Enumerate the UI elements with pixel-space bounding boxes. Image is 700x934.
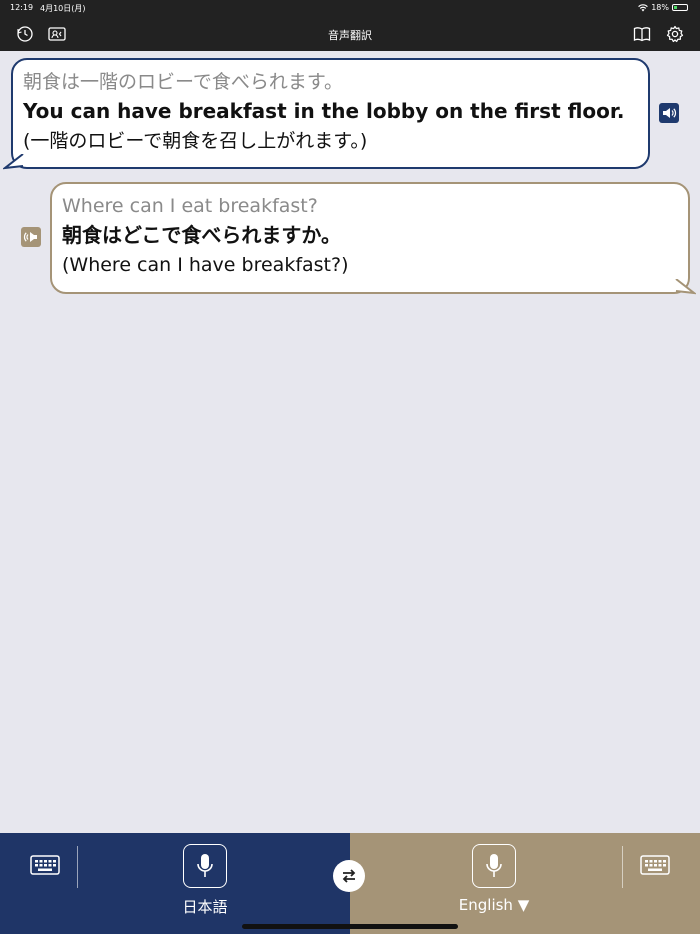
swap-languages-button[interactable] [333,860,365,892]
japanese-mic-button[interactable] [183,844,227,888]
translation-text: You can have breakfast in the lobby on t… [23,99,625,123]
conversation-mode-icon[interactable] [47,24,67,44]
bubble-tail-left [3,154,24,170]
status-date: 4月10日(月) [40,4,86,13]
translation-text: 朝食はどこで食べられますか。 [62,223,341,247]
japanese-input-panel [0,833,350,934]
divider [622,846,623,888]
back-translation-text: (Where can I have breakfast?) [62,254,349,276]
english-language-selector[interactable]: English ▼ [434,896,554,914]
bubble-tail-right [675,279,696,295]
keyboard-icon[interactable] [30,853,60,877]
microphone-icon [486,854,502,877]
message-bubble-english: Where can I eat breakfast? 朝食はどこで食べられますか… [50,182,690,294]
divider [77,846,78,888]
source-text: Where can I eat breakfast? [62,195,318,217]
status-indicators: 18% [638,3,688,12]
english-input-panel [350,833,700,934]
message-bubble-japanese: 朝食は一階のロビーで食べられます。 You can have breakfast… [11,58,650,169]
history-icon[interactable] [15,24,35,44]
speaker-icon[interactable] [21,227,41,247]
back-translation-text: (一階のロビーで朝食を召し上がれます。) [23,130,368,152]
home-indicator [242,924,458,929]
settings-icon[interactable] [665,24,685,44]
wifi-icon [638,3,649,11]
swap-icon [342,869,356,883]
top-bar: 12:19 4月10日(月) 18% 音声翻訳 [0,0,700,51]
keyboard-icon[interactable] [640,853,670,877]
speaker-icon[interactable] [659,103,679,123]
microphone-icon [197,854,213,877]
status-time: 12:19 [10,3,34,12]
book-icon[interactable] [632,24,652,44]
page-title: 音声翻訳 [328,29,372,42]
battery-percent: 18% [651,3,669,12]
english-mic-button[interactable] [472,844,516,888]
battery-icon [672,4,688,11]
source-text: 朝食は一階のロビーで食べられます。 [23,71,343,93]
japanese-language-label[interactable]: 日本語 [145,896,265,917]
